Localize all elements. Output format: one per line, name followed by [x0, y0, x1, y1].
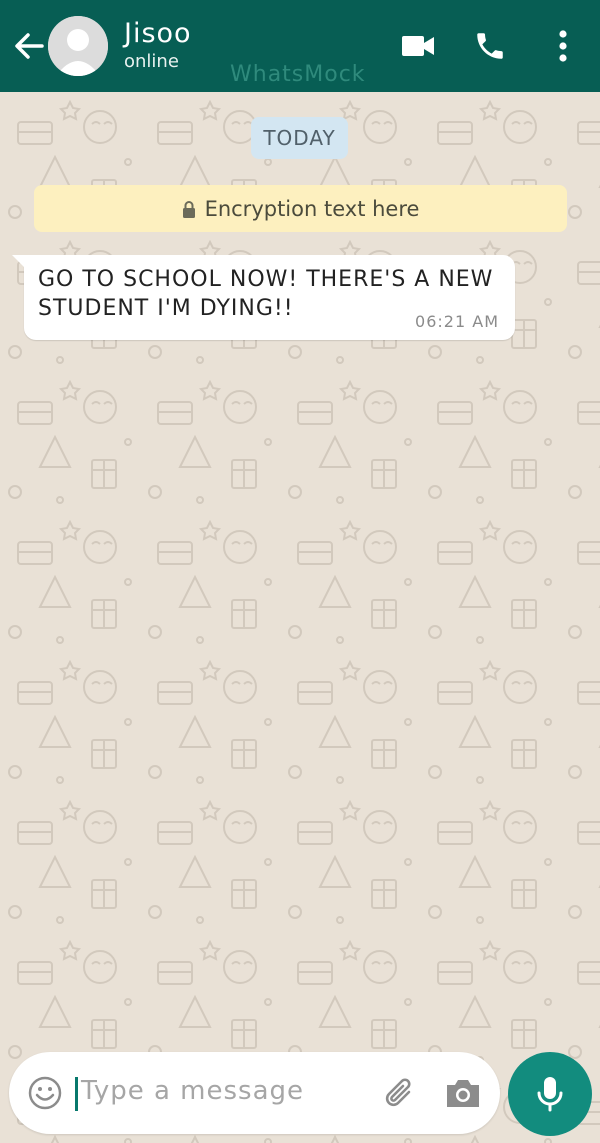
- lock-icon: [182, 200, 196, 218]
- incoming-message-bubble[interactable]: GO TO SCHOOL NOW! THERE'S A NEW STUDENT …: [12, 255, 515, 340]
- camera-icon[interactable]: [443, 1074, 483, 1112]
- bubble-tail: [12, 255, 26, 269]
- contact-name[interactable]: Jisoo: [124, 18, 192, 49]
- mic-button[interactable]: [508, 1052, 592, 1136]
- avatar[interactable]: [48, 16, 108, 76]
- encryption-text: Encryption text here: [204, 196, 420, 221]
- phone-icon[interactable]: [470, 28, 510, 64]
- chat-header: Jisoo online WhatsMock: [0, 0, 600, 92]
- back-arrow-icon[interactable]: [12, 26, 46, 66]
- watermark: WhatsMock: [230, 62, 366, 87]
- date-chip: TODAY: [251, 117, 348, 159]
- message-time: 06:21 AM: [415, 312, 499, 331]
- video-call-icon[interactable]: [398, 28, 438, 64]
- text-cursor: [75, 1077, 78, 1111]
- emoji-icon[interactable]: [27, 1075, 63, 1111]
- mic-icon: [537, 1077, 563, 1112]
- chat-wallpaper: [0, 92, 600, 1143]
- message-input[interactable]: Type a message: [81, 1076, 304, 1106]
- avatar-placeholder-icon: [48, 16, 108, 76]
- attach-icon[interactable]: [381, 1074, 419, 1112]
- message-composer: Type a message: [9, 1052, 500, 1134]
- more-vertical-icon[interactable]: [548, 28, 578, 64]
- date-label: TODAY: [263, 126, 336, 150]
- encryption-notice[interactable]: Encryption text here: [34, 185, 567, 232]
- contact-status: online: [124, 51, 179, 72]
